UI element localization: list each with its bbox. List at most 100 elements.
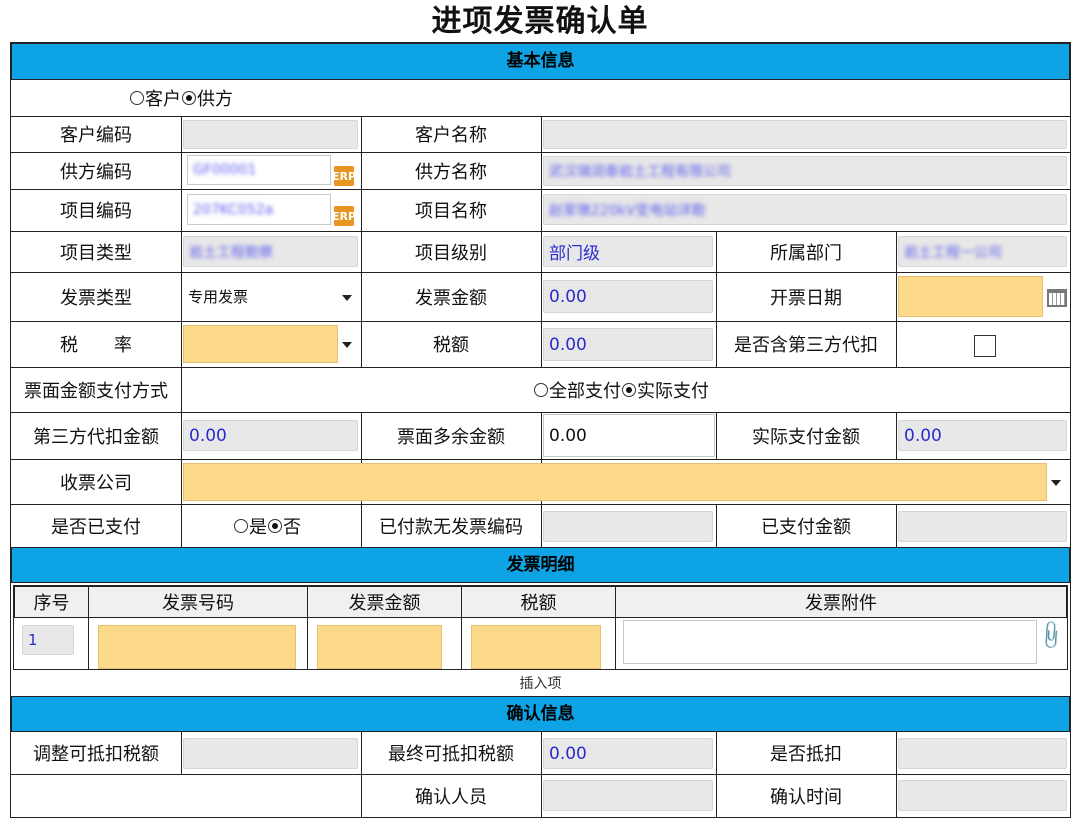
project-name-value: 赵家墩220kV变电站详勘	[549, 202, 706, 219]
department-value: 岩土工程一公司	[904, 244, 1002, 261]
surplus-amount-input[interactable]: 0.00	[543, 414, 715, 457]
final-deductible-tax-field[interactable]: 0.00	[543, 738, 713, 769]
supplier-code-value: GF00001	[193, 162, 257, 178]
project-code-input[interactable]: 207KC052a	[187, 194, 331, 225]
paid-no-invoice-code-field[interactable]	[543, 511, 713, 542]
supplier-radio[interactable]	[182, 91, 196, 105]
detail-table: 序号 发票号码 发票金额 税额 发票附件 1 📎	[13, 585, 1069, 670]
actual-payment-label: 实际支付	[637, 380, 709, 402]
supplier-radio-label: 供方	[197, 89, 233, 110]
invoice-type-label: 发票类型	[60, 287, 132, 309]
project-code-label: 项目编码	[60, 201, 132, 222]
invoice-date-input[interactable]	[898, 276, 1043, 317]
confirmer-field[interactable]	[543, 780, 713, 811]
third-party-withhold-label: 是否含第三方代扣	[734, 335, 878, 356]
adjust-deductible-tax-label: 调整可抵扣税额	[33, 744, 159, 765]
table-row: 1 📎	[14, 617, 1069, 669]
section-details-header: 发票明细	[11, 547, 1070, 583]
customer-radio[interactable]	[130, 91, 144, 105]
department-label: 所属部门	[770, 242, 842, 264]
final-deductible-tax-label: 最终可抵扣税额	[388, 744, 514, 765]
tax-amount-label: 税额	[433, 335, 469, 356]
customer-name-label: 客户名称	[415, 125, 487, 146]
receiving-company-label: 收票公司	[60, 472, 132, 494]
paid-amount-field[interactable]	[898, 511, 1067, 542]
adjust-deductible-tax-field[interactable]	[183, 738, 358, 769]
project-level-field[interactable]: 部门级	[543, 236, 713, 267]
payment-method-radio-group: 全部支付 实际支付	[533, 367, 709, 412]
section-basic-header: 基本信息	[11, 43, 1070, 80]
receiving-company-select[interactable]	[183, 463, 1047, 501]
tax-rate-label: 税 率	[60, 335, 132, 356]
page-title: 进项发票确认单	[431, 4, 649, 39]
third-party-amount-field[interactable]: 0.00	[183, 420, 358, 451]
tax-amount-field[interactable]: 0.00	[543, 328, 713, 361]
customer-code-label: 客户编码	[60, 125, 132, 146]
tax-rate-dropdown[interactable]	[338, 325, 358, 363]
third-party-withhold-checkbox[interactable]	[974, 335, 996, 357]
project-name-field[interactable]: 赵家墩220kV变电站详勘	[543, 194, 1067, 225]
erp-lookup-icon[interactable]: ERP	[332, 166, 356, 186]
customer-name-field[interactable]	[543, 120, 1067, 149]
confirm-time-field[interactable]	[898, 780, 1067, 811]
is-paid-label: 是否已支付	[51, 516, 141, 538]
surplus-amount-label: 票面多余金额	[397, 426, 505, 448]
full-payment-radio[interactable]	[534, 382, 548, 397]
project-name-label: 项目名称	[415, 201, 487, 222]
is-paid-radio-group: 是 否	[233, 504, 301, 547]
paid-no-label: 否	[283, 516, 301, 538]
paid-no-radio[interactable]	[268, 518, 282, 533]
receiving-company-dropdown[interactable]	[1047, 463, 1067, 501]
detail-invoice-amount-input[interactable]	[317, 625, 442, 669]
confirmer-label: 确认人员	[415, 786, 487, 808]
detail-col-invoice-amount: 发票金额	[307, 586, 462, 618]
detail-attachment-field[interactable]	[623, 620, 1037, 664]
detail-invoice-number-input[interactable]	[98, 625, 296, 669]
erp-lookup-icon[interactable]: ERP	[332, 206, 356, 226]
actual-payment-amount-field[interactable]: 0.00	[898, 420, 1067, 451]
full-payment-label: 全部支付	[549, 380, 621, 402]
paid-amount-label: 已支付金额	[761, 516, 851, 538]
is-deducted-field[interactable]	[898, 738, 1067, 769]
supplier-code-input[interactable]: GF00001	[187, 155, 331, 185]
detail-col-index: 序号	[14, 586, 89, 618]
paid-yes-radio[interactable]	[234, 518, 248, 533]
supplier-code-label: 供方编码	[60, 161, 132, 183]
actual-payment-amount-label: 实际支付金额	[752, 426, 860, 448]
chevron-down-icon[interactable]	[1051, 480, 1061, 486]
is-deducted-label: 是否抵扣	[770, 744, 842, 765]
invoice-amount-label: 发票金额	[415, 287, 487, 309]
paid-yes-label: 是	[249, 516, 267, 538]
department-field[interactable]: 岩土工程一公司	[898, 236, 1067, 267]
project-code-value: 207KC052a	[193, 201, 274, 218]
party-type-radio-group: 客户 供方	[129, 83, 233, 113]
customer-code-field[interactable]	[183, 120, 358, 149]
detail-tax-input[interactable]	[471, 625, 601, 669]
supplier-name-field[interactable]: 武汉瑞润泰岩土工程有限公司	[543, 156, 1067, 186]
paid-no-invoice-code-label: 已付款无发票编码	[379, 516, 523, 538]
invoice-date-label: 开票日期	[770, 287, 842, 309]
confirm-time-label: 确认时间	[770, 786, 842, 808]
customer-radio-label: 客户	[145, 89, 181, 110]
invoice-type-select[interactable]: 专用发票	[183, 276, 358, 317]
supplier-name-value: 武汉瑞润泰岩土工程有限公司	[549, 164, 731, 180]
payment-method-label: 票面金额支付方式	[24, 380, 168, 402]
invoice-type-value: 专用发票	[188, 288, 249, 306]
section-confirm-header: 确认信息	[11, 696, 1070, 732]
invoice-amount-field[interactable]: 0.00	[543, 280, 713, 313]
detail-row-index: 1	[22, 625, 74, 655]
tax-rate-select[interactable]	[183, 325, 338, 363]
actual-payment-radio[interactable]	[622, 382, 636, 397]
form-frame: 基本信息 客户 供方 客户编码 客户名称 供方编码 GF00001 ERP 供方…	[10, 42, 1071, 818]
calendar-icon[interactable]	[1047, 289, 1067, 307]
chevron-down-icon[interactable]	[342, 294, 352, 301]
insert-item-link[interactable]: 插入项	[11, 673, 1070, 695]
paperclip-icon[interactable]: 📎	[1034, 618, 1069, 653]
detail-col-attachment: 发票附件	[615, 586, 1067, 618]
supplier-name-label: 供方名称	[415, 161, 487, 183]
detail-col-invoice-number: 发票号码	[88, 586, 308, 618]
chevron-down-icon[interactable]	[342, 342, 352, 348]
project-type-value: 岩土工程勘察	[189, 244, 273, 261]
third-party-amount-label: 第三方代扣金额	[33, 426, 159, 448]
project-type-field[interactable]: 岩土工程勘察	[183, 236, 358, 267]
